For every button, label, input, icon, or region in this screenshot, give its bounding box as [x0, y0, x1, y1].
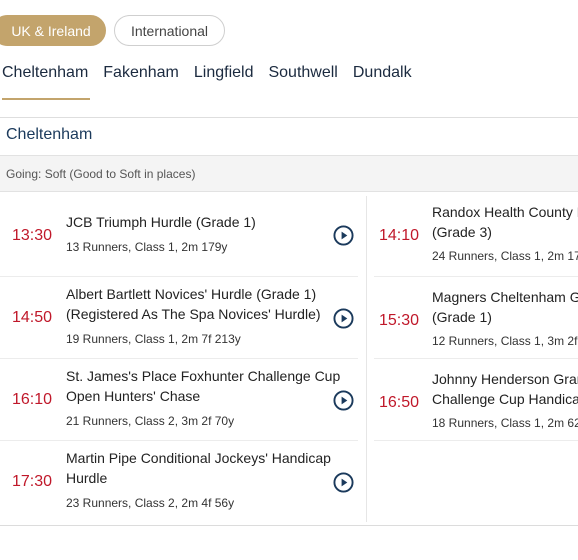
- course-tab-fakenham[interactable]: Fakenham: [101, 64, 181, 100]
- race-name-line: Magners Cheltenham Gold Cup: [432, 289, 578, 305]
- race-name-line: Randox Health County Hurdle: [432, 204, 578, 220]
- race-card[interactable]: 14:50 Albert Bartlett Novices' Hurdle (Gr…: [0, 277, 366, 359]
- race-time: 15:30: [378, 312, 420, 329]
- race-name-line: JCB Triumph Hurdle (Grade 1): [66, 214, 256, 230]
- race-time: 16:10: [11, 391, 53, 408]
- race-meta: 19 Runners, Class 1, 2m 7f 213y: [66, 332, 241, 346]
- region-tabs: UK & Ireland International: [0, 15, 225, 46]
- region-tab-international[interactable]: International: [114, 15, 225, 46]
- race-time: 14:50: [11, 309, 53, 326]
- course-tab-dundalk[interactable]: Dundalk: [351, 64, 414, 100]
- race-card[interactable]: 16:50 Johnny Henderson Grand Annual Challe…: [367, 359, 578, 441]
- tabs-divider: [0, 117, 578, 118]
- race-meta: 13 Runners, Class 1, 2m 179y: [66, 240, 228, 254]
- course-tab-lingfield[interactable]: Lingfield: [192, 64, 256, 100]
- race-name[interactable]: Albert Bartlett Novices' Hurdle (Grade 1…: [66, 284, 321, 324]
- race-card[interactable]: 16:10 St. James's Place Foxhunter Challen…: [0, 359, 366, 441]
- race-name[interactable]: Magners Cheltenham Gold Cup (Grade 1): [432, 287, 578, 327]
- race-name-line: Martin Pipe Conditional Jockeys' Handica…: [66, 450, 331, 466]
- race-time: 17:30: [11, 473, 53, 490]
- play-icon[interactable]: [333, 308, 354, 329]
- race-name[interactable]: St. James's Place Foxhunter Challenge Cu…: [66, 366, 340, 406]
- race-time: 16:50: [378, 394, 420, 411]
- going-bar: Going: Soft (Good to Soft in places): [0, 155, 578, 192]
- race-card[interactable]: 17:30 Martin Pipe Conditional Jockeys' Ha…: [0, 441, 366, 523]
- race-name-line: (Grade 3): [432, 224, 492, 240]
- race-card[interactable]: 13:30 JCB Triumph Hurdle (Grade 1) 13 Runn…: [0, 192, 366, 274]
- race-meta: 24 Runners, Class 1, 2m 179y: [432, 249, 578, 263]
- race-meta: 18 Runners, Class 1, 2m 62y: [432, 416, 578, 430]
- race-name[interactable]: JCB Triumph Hurdle (Grade 1): [66, 212, 256, 232]
- play-icon[interactable]: [333, 472, 354, 493]
- race-meta: 21 Runners, Class 2, 3m 2f 70y: [66, 414, 235, 428]
- course-tab-southwell[interactable]: Southwell: [266, 64, 339, 100]
- region-tab-uk-ireland[interactable]: UK & Ireland: [0, 15, 106, 46]
- race-time: 13:30: [11, 227, 53, 244]
- race-name-line: Johnny Henderson Grand Annual: [432, 371, 578, 387]
- meeting-title: Cheltenham: [6, 126, 93, 143]
- race-name-line: Open Hunters' Chase: [66, 388, 201, 404]
- race-name-line: (Registered As The Spa Novices' Hurdle): [66, 306, 321, 322]
- race-meta: 23 Runners, Class 2, 2m 4f 56y: [66, 496, 235, 510]
- race-card[interactable]: 14:10 Randox Health County Hurdle (Grade 3…: [367, 192, 578, 274]
- race-card[interactable]: 15:30 Magners Cheltenham Gold Cup (Grade 1…: [367, 277, 578, 359]
- race-name-line: Challenge Cup Handicap Chase: [432, 391, 578, 407]
- race-time: 14:10: [378, 227, 420, 244]
- course-tab-cheltenham[interactable]: Cheltenham: [0, 64, 91, 100]
- race-name[interactable]: Randox Health County Hurdle (Grade 3): [432, 202, 578, 242]
- race-name-line: (Grade 1): [432, 309, 492, 325]
- race-name[interactable]: Johnny Henderson Grand Annual Challenge C…: [432, 369, 578, 409]
- race-name[interactable]: Martin Pipe Conditional Jockeys' Handica…: [66, 448, 331, 488]
- going-text: Going: Soft (Good to Soft in places): [6, 166, 196, 181]
- race-name-line: Hurdle: [66, 470, 108, 486]
- race-meta: 12 Runners, Class 1, 3m 2f 70y: [432, 334, 578, 348]
- race-grid: 13:30 JCB Triumph Hurdle (Grade 1) 13 Runn…: [0, 192, 578, 526]
- race-name-line: Albert Bartlett Novices' Hurdle (Grade 1…: [66, 286, 317, 302]
- race-name-line: St. James's Place Foxhunter Challenge Cu…: [66, 368, 341, 384]
- play-icon[interactable]: [333, 390, 354, 411]
- play-icon[interactable]: [333, 225, 354, 246]
- course-tabs: Cheltenham Fakenham Lingfield Southwell …: [0, 64, 578, 100]
